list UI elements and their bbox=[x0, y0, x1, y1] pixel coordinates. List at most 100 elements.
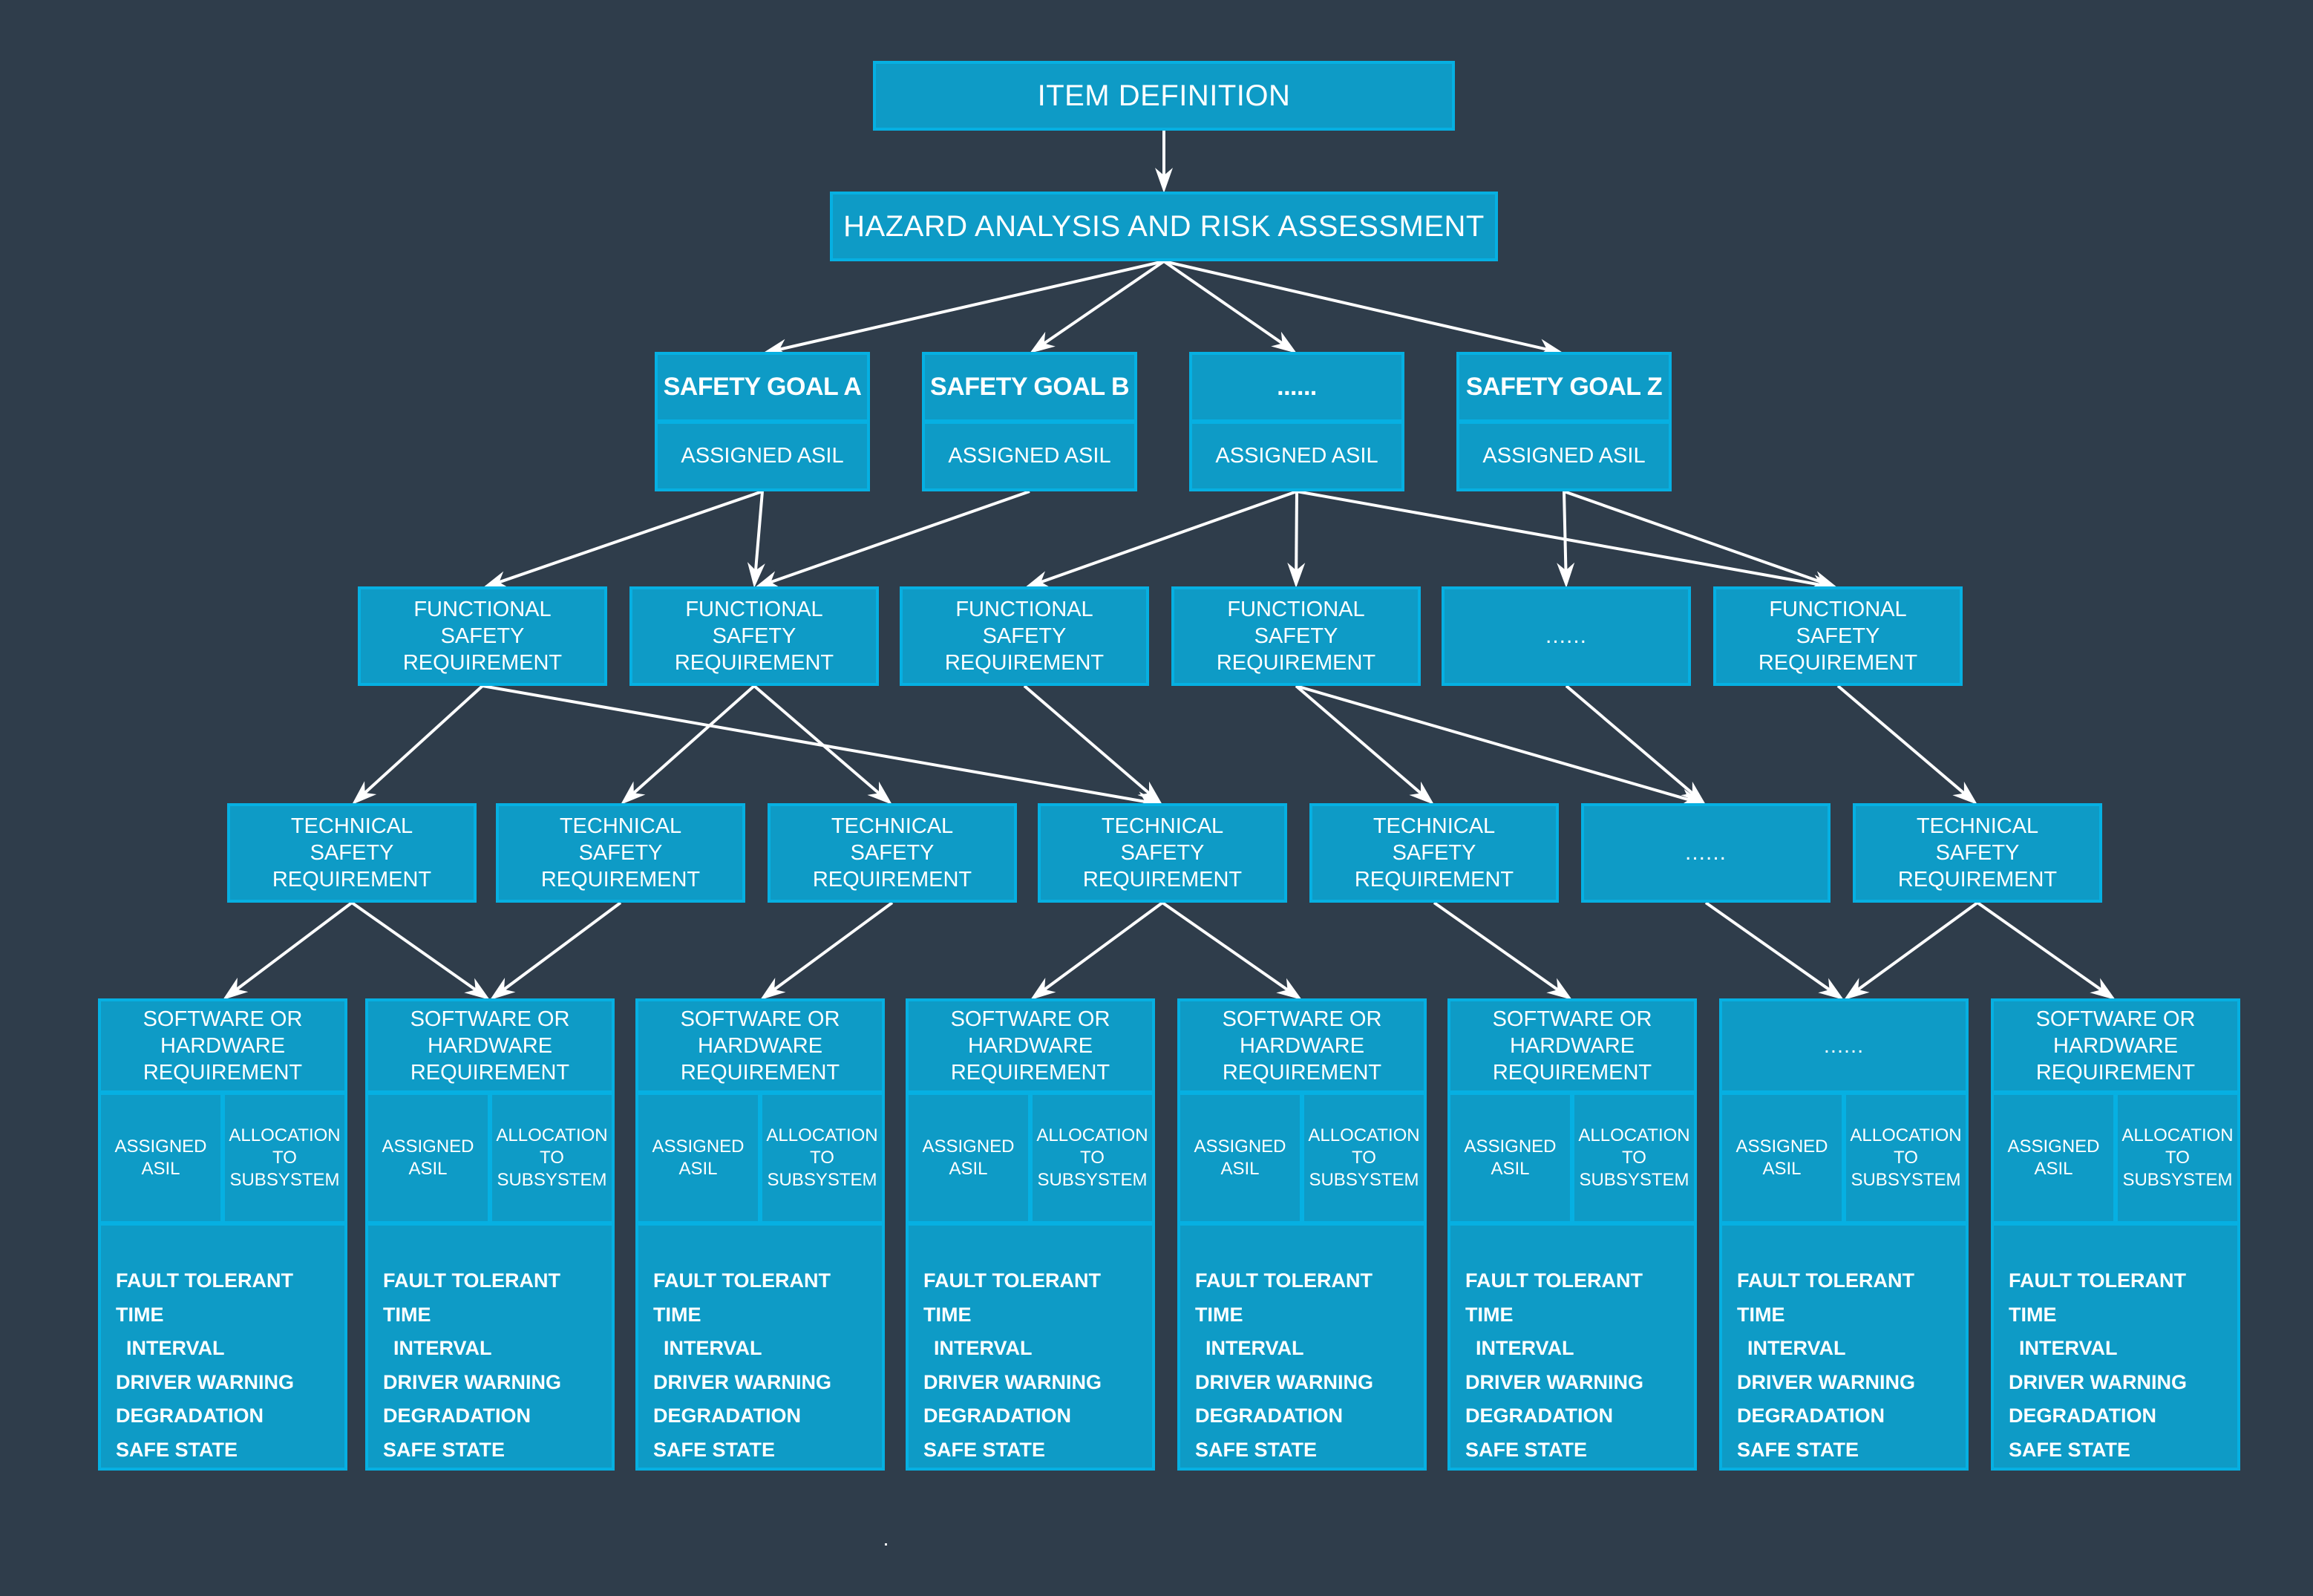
allocation-cell: ALLOCATION TO SUBSYSTEM bbox=[2118, 1095, 2237, 1221]
sw-hw-requirement-box[interactable]: SOFTWARE OR HARDWARE REQUIREMENT ASSIGNE… bbox=[1991, 998, 2240, 1471]
attribute-item: SAFE STATE bbox=[1195, 1438, 1318, 1461]
sw-hw-requirement-header: ...... bbox=[1722, 1001, 1966, 1095]
allocation-line: ALLOCATION bbox=[1578, 1125, 1690, 1145]
attribute-item: SAFE STATE bbox=[1737, 1438, 1859, 1461]
technical-safety-requirement-box[interactable]: TECHNICAL SAFETY REQUIREMENT bbox=[768, 803, 1017, 903]
connector-arrow bbox=[1295, 684, 1434, 805]
technical-safety-requirement-box[interactable]: TECHNICAL SAFETY REQUIREMENT bbox=[1853, 803, 2102, 903]
functional-safety-requirement-box[interactable]: ...... bbox=[1442, 586, 1691, 686]
assigned-asil-cell: ASSIGNED ASIL bbox=[638, 1095, 762, 1221]
allocation-line: SUBSYSTEM bbox=[1579, 1170, 1689, 1190]
requirement-line: TECHNICAL bbox=[559, 814, 682, 838]
connector-line bbox=[350, 901, 482, 995]
header-line: REQUIREMENT bbox=[1222, 1061, 1382, 1085]
functional-safety-requirement-box[interactable]: FUNCTIONAL SAFETY REQUIREMENT bbox=[629, 586, 879, 686]
sw-hw-requirement-box[interactable]: SOFTWARE OR HARDWARE REQUIREMENT ASSIGNE… bbox=[906, 998, 1155, 1471]
attribute-item: DRIVER WARNING bbox=[653, 1370, 832, 1393]
header-line: SOFTWARE OR bbox=[950, 1007, 1110, 1031]
attribute-item: DEGRADATION bbox=[1737, 1404, 1885, 1427]
safety-goal-box[interactable]: SAFETY GOAL B ASSIGNED ASIL bbox=[922, 352, 1137, 491]
connector-arrow bbox=[753, 684, 892, 805]
sw-hw-requirement-box[interactable]: SOFTWARE OR HARDWARE REQUIREMENT ASSIGNE… bbox=[365, 998, 615, 1471]
attribute-item: DRIVER WARNING bbox=[1465, 1370, 1644, 1393]
header-line: REQUIREMENT bbox=[143, 1061, 303, 1085]
connector-arrow bbox=[1844, 901, 1979, 1000]
attribute-item: DEGRADATION bbox=[1195, 1404, 1343, 1427]
technical-safety-requirement-box[interactable]: TECHNICAL SAFETY REQUIREMENT bbox=[1038, 803, 1287, 903]
technical-safety-requirement-box[interactable]: TECHNICAL SAFETY REQUIREMENT bbox=[1309, 803, 1559, 903]
connector-line bbox=[1851, 901, 1979, 995]
allocation-line: ALLOCATION bbox=[2121, 1125, 2234, 1145]
connector-arrow bbox=[1565, 684, 1706, 805]
arrowhead-icon bbox=[1546, 978, 1572, 1000]
connector-arrow bbox=[1563, 490, 1838, 589]
requirement-line: TECHNICAL bbox=[290, 814, 413, 838]
attribute-item: DRIVER WARNING bbox=[383, 1370, 562, 1393]
technical-safety-requirement-box[interactable]: TECHNICAL SAFETY REQUIREMENT bbox=[227, 803, 477, 903]
requirement-line: SAFETY bbox=[1254, 624, 1338, 648]
asil-line: ASIL bbox=[1762, 1159, 1802, 1179]
header-line: REQUIREMENT bbox=[410, 1061, 570, 1085]
connector-line bbox=[359, 684, 484, 799]
functional-safety-requirement-box[interactable]: FUNCTIONAL SAFETY REQUIREMENT bbox=[358, 586, 607, 686]
connector-line bbox=[1704, 901, 1836, 995]
attribute-item: INTERVAL bbox=[1476, 1337, 1574, 1359]
allocation-line: SUBSYSTEM bbox=[497, 1170, 607, 1190]
allocation-cell: ALLOCATION TO SUBSYSTEM bbox=[225, 1095, 344, 1221]
arrowhead-icon bbox=[490, 978, 516, 1000]
requirement-line: REQUIREMENT bbox=[944, 651, 1105, 675]
safety-goal-title: SAFETY GOAL Z bbox=[1459, 355, 1669, 424]
technical-safety-requirement-box[interactable]: TECHNICAL SAFETY REQUIREMENT bbox=[496, 803, 745, 903]
connector-arrow bbox=[621, 684, 756, 805]
asil-line: ASIL bbox=[408, 1159, 448, 1179]
requirement-line: SAFETY bbox=[578, 841, 663, 865]
sw-hw-requirement-header: SOFTWARE OR HARDWARE REQUIREMENT bbox=[1180, 1001, 1424, 1095]
arrowhead-icon bbox=[621, 781, 646, 805]
asil-line: ASIL bbox=[678, 1159, 718, 1179]
requirement-line: REQUIREMENT bbox=[272, 868, 432, 892]
item-definition-box[interactable]: ITEM DEFINITION bbox=[873, 61, 1455, 131]
sw-hw-requirement-box[interactable]: SOFTWARE OR HARDWARE REQUIREMENT ASSIGNE… bbox=[635, 998, 885, 1471]
requirement-line: TECHNICAL bbox=[1373, 814, 1496, 838]
asil-line: ASSIGNED bbox=[652, 1137, 745, 1157]
safety-goal-asil: ASSIGNED ASIL bbox=[681, 444, 844, 468]
requirement-line: SAFETY bbox=[310, 841, 394, 865]
connector-arrow bbox=[1030, 901, 1164, 1000]
arrowhead-icon bbox=[1276, 978, 1302, 1000]
functional-safety-requirement-box[interactable]: FUNCTIONAL SAFETY REQUIREMENT bbox=[1713, 586, 1963, 686]
functional-safety-requirement-box[interactable]: FUNCTIONAL SAFETY REQUIREMENT bbox=[900, 586, 1149, 686]
connector-arrow bbox=[1030, 260, 1165, 353]
attribute-item: DEGRADATION bbox=[2009, 1404, 2156, 1427]
connector-line bbox=[1037, 260, 1165, 349]
attribute-item: FAULT TOLERANT TIME bbox=[1195, 1269, 1373, 1326]
sw-hw-requirement-box[interactable]: SOFTWARE OR HARDWARE REQUIREMENT ASSIGNE… bbox=[1177, 998, 1427, 1471]
header-line: ...... bbox=[1823, 1034, 1865, 1058]
connector-line bbox=[1038, 901, 1164, 995]
hazard-analysis-box[interactable]: HAZARD ANALYSIS AND RISK ASSESSMENT bbox=[830, 192, 1498, 261]
header-line: SOFTWARE OR bbox=[1492, 1007, 1652, 1031]
safety-goal-asil: ASSIGNED ASIL bbox=[948, 444, 1111, 468]
connector-arrow bbox=[1024, 490, 1298, 588]
technical-safety-requirement-box[interactable]: ...... bbox=[1581, 803, 1831, 903]
safety-goal-box[interactable]: ...... ASSIGNED ASIL bbox=[1189, 352, 1404, 491]
allocation-line: SUBSYSTEM bbox=[1309, 1170, 1419, 1190]
functional-safety-requirement-box[interactable]: FUNCTIONAL SAFETY REQUIREMENT bbox=[1171, 586, 1421, 686]
assigned-asil-cell: ASSIGNED ASIL bbox=[101, 1095, 225, 1221]
connector-line bbox=[482, 684, 1153, 805]
sw-hw-requirement-header: SOFTWARE OR HARDWARE REQUIREMENT bbox=[1994, 1001, 2237, 1095]
requirement-line: REQUIREMENT bbox=[1354, 868, 1514, 892]
asil-line: ASIL bbox=[1491, 1159, 1530, 1179]
assigned-asil-cell: ASSIGNED ASIL bbox=[909, 1095, 1033, 1221]
allocation-line: ALLOCATION bbox=[1036, 1125, 1148, 1145]
sw-hw-requirement-box[interactable]: SOFTWARE OR HARDWARE REQUIREMENT ASSIGNE… bbox=[1447, 998, 1697, 1471]
allocation-line: ALLOCATION bbox=[496, 1125, 608, 1145]
asil-line: ASSIGNED bbox=[1735, 1137, 1828, 1157]
safety-goal-box[interactable]: SAFETY GOAL Z ASSIGNED ASIL bbox=[1456, 352, 1672, 491]
safety-goal-box[interactable]: SAFETY GOAL A ASSIGNED ASIL bbox=[655, 352, 870, 491]
arrowhead-icon bbox=[1030, 331, 1056, 353]
sw-hw-requirement-box[interactable]: SOFTWARE OR HARDWARE REQUIREMENT ASSIGNE… bbox=[98, 998, 347, 1471]
connector-line bbox=[1161, 901, 1295, 995]
attribute-item: DEGRADATION bbox=[653, 1404, 801, 1427]
requirement-line: SAFETY bbox=[1935, 841, 2020, 865]
sw-hw-requirement-box[interactable]: ...... ASSIGNED ASIL ALLOCATION TO SUBSY… bbox=[1719, 998, 1969, 1471]
